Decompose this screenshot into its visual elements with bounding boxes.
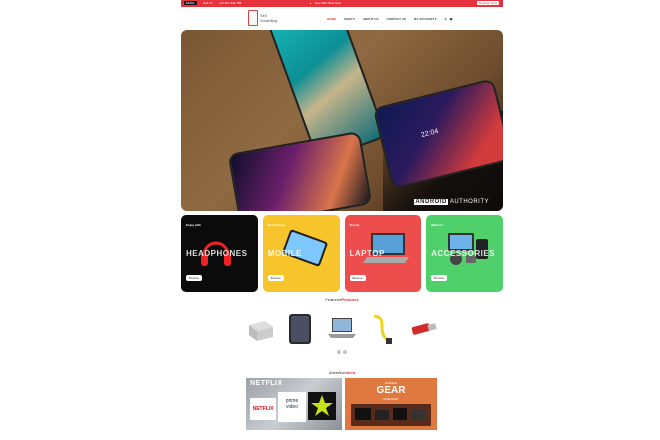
logo-line-2: SmartBay <box>260 18 278 23</box>
cable-icon[interactable] <box>370 312 396 346</box>
site-header: Sell SmartBay HOME SHOP ▾ ABOUT US CONTA… <box>181 8 503 30</box>
watermark: ANDROID AUTHORITY <box>414 199 489 205</box>
chevron-right-icon[interactable]: › <box>343 350 347 354</box>
usb-drive-icon[interactable] <box>408 319 440 339</box>
nav-about[interactable]: ABOUT US <box>363 17 379 21</box>
advertisement-gaming[interactable]: GAMING GEAR GIVEAWAY <box>345 378 437 430</box>
advertisement-streaming[interactable]: NETFLIX NETFLIX prime video <box>246 378 342 430</box>
silver-box-icon[interactable] <box>245 315 275 343</box>
nav-contact[interactable]: CONTACT US <box>386 17 405 21</box>
phone-number[interactable]: +00 567 234 789 <box>219 1 242 5</box>
category-card-accessories[interactable]: Wish for ACCESSORIES Browse <box>426 215 503 292</box>
register-button[interactable]: Register Now <box>476 1 499 5</box>
contact-info: EMAIL Call Us +00 567 234 789 <box>184 1 241 5</box>
card-title: MOBILE <box>267 249 302 258</box>
browse-button[interactable]: Browse <box>431 275 448 281</box>
call-label: Call Us <box>203 1 213 5</box>
laptop-icon[interactable] <box>326 316 358 342</box>
top-bar: EMAIL Call Us +00 567 234 789 ▲ Get Offe… <box>181 0 503 7</box>
featured-heading: FeaturedProducts <box>325 297 359 302</box>
nav-account[interactable]: MY ACCOUNT ▾ <box>414 17 437 21</box>
gift-icon: ▲ <box>309 1 312 5</box>
category-card-mobile[interactable]: New Phones MOBILE Browse <box>262 215 340 292</box>
gear-products-image <box>351 404 431 426</box>
featured-products <box>245 310 440 348</box>
category-cards: Enjoy with HEADPHONES Browse New Phones … <box>181 215 503 292</box>
offer-text[interactable]: Get Offer Now Now <box>315 1 341 5</box>
tablet-icon[interactable] <box>287 312 313 346</box>
category-card-laptop[interactable]: Trendy LAPTOP Browse <box>344 215 422 292</box>
carousel-arrows: ‹ › <box>337 350 347 354</box>
card-title: HEADPHONES <box>186 249 248 258</box>
card-title: ACCESSORIES <box>431 249 495 258</box>
offer-banner: ▲ Get Offer Now Now <box>309 1 341 5</box>
browse-button[interactable]: Browse <box>186 275 203 281</box>
browse-button[interactable]: Browse <box>267 275 284 281</box>
star-logo-icon <box>308 392 336 420</box>
nav-home[interactable]: HOME <box>327 17 336 21</box>
category-card-headphones[interactable]: Enjoy with HEADPHONES Browse <box>181 215 258 292</box>
email-button[interactable]: EMAIL <box>184 1 198 5</box>
advertisement-heading: Advertisement <box>328 370 356 375</box>
hero-banner[interactable]: 22:04 ANDROID AUTHORITY <box>181 30 503 211</box>
nav-shop[interactable]: SHOP ▾ <box>344 17 355 21</box>
site-logo[interactable]: Sell SmartBay <box>248 10 278 26</box>
chevron-left-icon[interactable]: ‹ <box>337 350 341 354</box>
cart-icon[interactable]: ▣ <box>450 17 453 21</box>
card-title: LAPTOP <box>349 249 385 258</box>
main-nav: HOME SHOP ▾ ABOUT US CONTACT US MY ACCOU… <box>327 17 452 21</box>
phone-logo-icon <box>248 10 258 26</box>
phone-image <box>227 130 373 211</box>
browse-button[interactable]: Browse <box>349 275 366 281</box>
search-icon[interactable]: ⚲ <box>444 17 446 21</box>
